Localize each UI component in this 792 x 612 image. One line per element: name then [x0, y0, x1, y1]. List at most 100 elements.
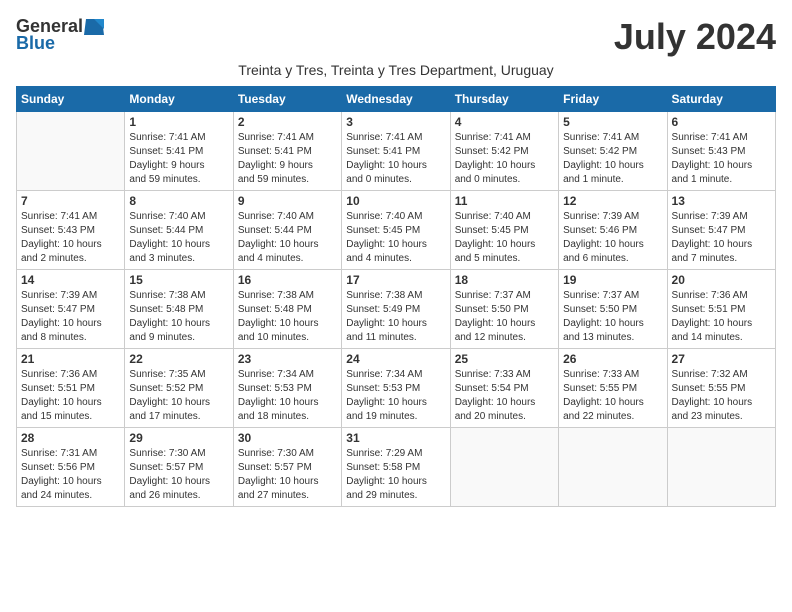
calendar-header-thursday: Thursday — [450, 87, 558, 112]
day-info: Sunrise: 7:36 AM Sunset: 5:51 PM Dayligh… — [672, 289, 771, 345]
day-number: 21 — [21, 352, 120, 366]
calendar-cell: 26 Sunrise: 7:33 AM Sunset: 5:55 PM Dayli… — [559, 349, 667, 428]
calendar-cell: 3 Sunrise: 7:41 AM Sunset: 5:41 PM Daylig… — [342, 112, 450, 191]
day-info: Sunrise: 7:40 AM Sunset: 5:44 PM Dayligh… — [238, 210, 337, 266]
day-info: Sunrise: 7:34 AM Sunset: 5:53 PM Dayligh… — [346, 368, 445, 424]
day-number: 13 — [672, 194, 771, 208]
day-number: 1 — [129, 115, 228, 129]
calendar-subtitle: Treinta y Tres, Treinta y Tres Departmen… — [16, 62, 776, 78]
calendar-cell: 4Sunrise: 7:41 AM Sunset: 5:42 PM Daylig… — [450, 112, 558, 191]
day-number: 26 — [563, 352, 662, 366]
day-number: 5 — [563, 115, 662, 129]
calendar-week-3: 14 Sunrise: 7:39 AM Sunset: 5:47 PM Dayli… — [17, 270, 776, 349]
day-number: 9 — [238, 194, 337, 208]
day-number: 16 — [238, 273, 337, 287]
day-info: Sunrise: 7:41 AM Sunset: 5:43 PM Dayligh… — [672, 131, 771, 187]
day-info: Sunrise: 7:39 AM Sunset: 5:46 PM Dayligh… — [563, 210, 662, 266]
calendar-cell: 5 Sunrise: 7:41 AM Sunset: 5:42 PM Daylig… — [559, 112, 667, 191]
calendar-week-4: 21 Sunrise: 7:36 AM Sunset: 5:51 PM Dayli… — [17, 349, 776, 428]
day-info: Sunrise: 7:31 AM Sunset: 5:56 PM Dayligh… — [21, 447, 120, 503]
calendar-week-5: 28Sunrise: 7:31 AM Sunset: 5:56 PM Dayli… — [17, 428, 776, 507]
calendar-cell: 21 Sunrise: 7:36 AM Sunset: 5:51 PM Dayli… — [17, 349, 125, 428]
day-number: 8 — [129, 194, 228, 208]
calendar-cell: 19 Sunrise: 7:37 AM Sunset: 5:50 PM Dayli… — [559, 270, 667, 349]
day-info: Sunrise: 7:38 AM Sunset: 5:48 PM Dayligh… — [129, 289, 228, 345]
calendar-header-friday: Friday — [559, 87, 667, 112]
day-info: Sunrise: 7:37 AM Sunset: 5:50 PM Dayligh… — [563, 289, 662, 345]
logo: General Blue — [16, 16, 105, 54]
month-title: July 2024 — [614, 16, 776, 58]
day-info: Sunrise: 7:39 AM Sunset: 5:47 PM Dayligh… — [21, 289, 120, 345]
calendar-cell: 6 Sunrise: 7:41 AM Sunset: 5:43 PM Daylig… — [667, 112, 775, 191]
calendar-header-tuesday: Tuesday — [233, 87, 341, 112]
day-number: 12 — [563, 194, 662, 208]
day-number: 23 — [238, 352, 337, 366]
day-info: Sunrise: 7:41 AM Sunset: 5:41 PM Dayligh… — [238, 131, 337, 187]
calendar-cell: 27Sunrise: 7:32 AM Sunset: 5:55 PM Dayli… — [667, 349, 775, 428]
day-info: Sunrise: 7:36 AM Sunset: 5:51 PM Dayligh… — [21, 368, 120, 424]
calendar-cell: 10 Sunrise: 7:40 AM Sunset: 5:45 PM Dayli… — [342, 191, 450, 270]
day-info: Sunrise: 7:40 AM Sunset: 5:45 PM Dayligh… — [346, 210, 445, 266]
day-info: Sunrise: 7:41 AM Sunset: 5:42 PM Dayligh… — [563, 131, 662, 187]
calendar-cell: 2 Sunrise: 7:41 AM Sunset: 5:41 PM Daylig… — [233, 112, 341, 191]
day-info: Sunrise: 7:38 AM Sunset: 5:49 PM Dayligh… — [346, 289, 445, 345]
day-info: Sunrise: 7:40 AM Sunset: 5:44 PM Dayligh… — [129, 210, 228, 266]
calendar-cell: 17 Sunrise: 7:38 AM Sunset: 5:49 PM Dayli… — [342, 270, 450, 349]
calendar-week-1: 1 Sunrise: 7:41 AM Sunset: 5:41 PM Daylig… — [17, 112, 776, 191]
calendar-cell: 7 Sunrise: 7:41 AM Sunset: 5:43 PM Daylig… — [17, 191, 125, 270]
calendar-cell: 13 Sunrise: 7:39 AM Sunset: 5:47 PM Dayli… — [667, 191, 775, 270]
day-number: 25 — [455, 352, 554, 366]
calendar-week-2: 7 Sunrise: 7:41 AM Sunset: 5:43 PM Daylig… — [17, 191, 776, 270]
day-info: Sunrise: 7:35 AM Sunset: 5:52 PM Dayligh… — [129, 368, 228, 424]
day-info: Sunrise: 7:34 AM Sunset: 5:53 PM Dayligh… — [238, 368, 337, 424]
calendar-cell: 8 Sunrise: 7:40 AM Sunset: 5:44 PM Daylig… — [125, 191, 233, 270]
calendar-cell: 16 Sunrise: 7:38 AM Sunset: 5:48 PM Dayli… — [233, 270, 341, 349]
calendar-cell: 15 Sunrise: 7:38 AM Sunset: 5:48 PM Dayli… — [125, 270, 233, 349]
day-info: Sunrise: 7:32 AM Sunset: 5:55 PM Dayligh… — [672, 368, 771, 424]
day-info: Sunrise: 7:29 AM Sunset: 5:58 PM Dayligh… — [346, 447, 445, 503]
day-number: 19 — [563, 273, 662, 287]
calendar-cell: 11 Sunrise: 7:40 AM Sunset: 5:45 PM Dayli… — [450, 191, 558, 270]
day-number: 30 — [238, 431, 337, 445]
day-info: Sunrise: 7:40 AM Sunset: 5:45 PM Dayligh… — [455, 210, 554, 266]
calendar-cell: 30 Sunrise: 7:30 AM Sunset: 5:57 PM Dayli… — [233, 428, 341, 507]
calendar-cell: 23 Sunrise: 7:34 AM Sunset: 5:53 PM Dayli… — [233, 349, 341, 428]
day-info: Sunrise: 7:30 AM Sunset: 5:57 PM Dayligh… — [129, 447, 228, 503]
day-number: 24 — [346, 352, 445, 366]
calendar-header-saturday: Saturday — [667, 87, 775, 112]
day-number: 6 — [672, 115, 771, 129]
calendar-cell: 9 Sunrise: 7:40 AM Sunset: 5:44 PM Daylig… — [233, 191, 341, 270]
day-number: 2 — [238, 115, 337, 129]
calendar-cell: 28Sunrise: 7:31 AM Sunset: 5:56 PM Dayli… — [17, 428, 125, 507]
day-number: 20 — [672, 273, 771, 287]
calendar-header-monday: Monday — [125, 87, 233, 112]
calendar-cell: 29Sunrise: 7:30 AM Sunset: 5:57 PM Dayli… — [125, 428, 233, 507]
day-info: Sunrise: 7:33 AM Sunset: 5:54 PM Dayligh… — [455, 368, 554, 424]
calendar-cell — [667, 428, 775, 507]
calendar-header-row: SundayMondayTuesdayWednesdayThursdayFrid… — [17, 87, 776, 112]
page-header: General Blue July 2024 — [16, 16, 776, 58]
day-number: 11 — [455, 194, 554, 208]
day-info: Sunrise: 7:41 AM Sunset: 5:41 PM Dayligh… — [346, 131, 445, 187]
day-info: Sunrise: 7:37 AM Sunset: 5:50 PM Dayligh… — [455, 289, 554, 345]
logo-blue: Blue — [16, 33, 55, 54]
day-number: 7 — [21, 194, 120, 208]
calendar-cell: 20 Sunrise: 7:36 AM Sunset: 5:51 PM Dayli… — [667, 270, 775, 349]
day-number: 31 — [346, 431, 445, 445]
day-number: 3 — [346, 115, 445, 129]
day-number: 17 — [346, 273, 445, 287]
calendar-cell: 18Sunrise: 7:37 AM Sunset: 5:50 PM Dayli… — [450, 270, 558, 349]
calendar-cell — [559, 428, 667, 507]
day-number: 15 — [129, 273, 228, 287]
calendar-header-wednesday: Wednesday — [342, 87, 450, 112]
calendar-cell: 25 Sunrise: 7:33 AM Sunset: 5:54 PM Dayli… — [450, 349, 558, 428]
day-info: Sunrise: 7:33 AM Sunset: 5:55 PM Dayligh… — [563, 368, 662, 424]
day-info: Sunrise: 7:41 AM Sunset: 5:42 PM Dayligh… — [455, 131, 554, 187]
day-info: Sunrise: 7:41 AM Sunset: 5:43 PM Dayligh… — [21, 210, 120, 266]
day-info: Sunrise: 7:38 AM Sunset: 5:48 PM Dayligh… — [238, 289, 337, 345]
day-number: 14 — [21, 273, 120, 287]
day-info: Sunrise: 7:30 AM Sunset: 5:57 PM Dayligh… — [238, 447, 337, 503]
day-number: 10 — [346, 194, 445, 208]
day-info: Sunrise: 7:39 AM Sunset: 5:47 PM Dayligh… — [672, 210, 771, 266]
calendar-cell: 22Sunrise: 7:35 AM Sunset: 5:52 PM Dayli… — [125, 349, 233, 428]
